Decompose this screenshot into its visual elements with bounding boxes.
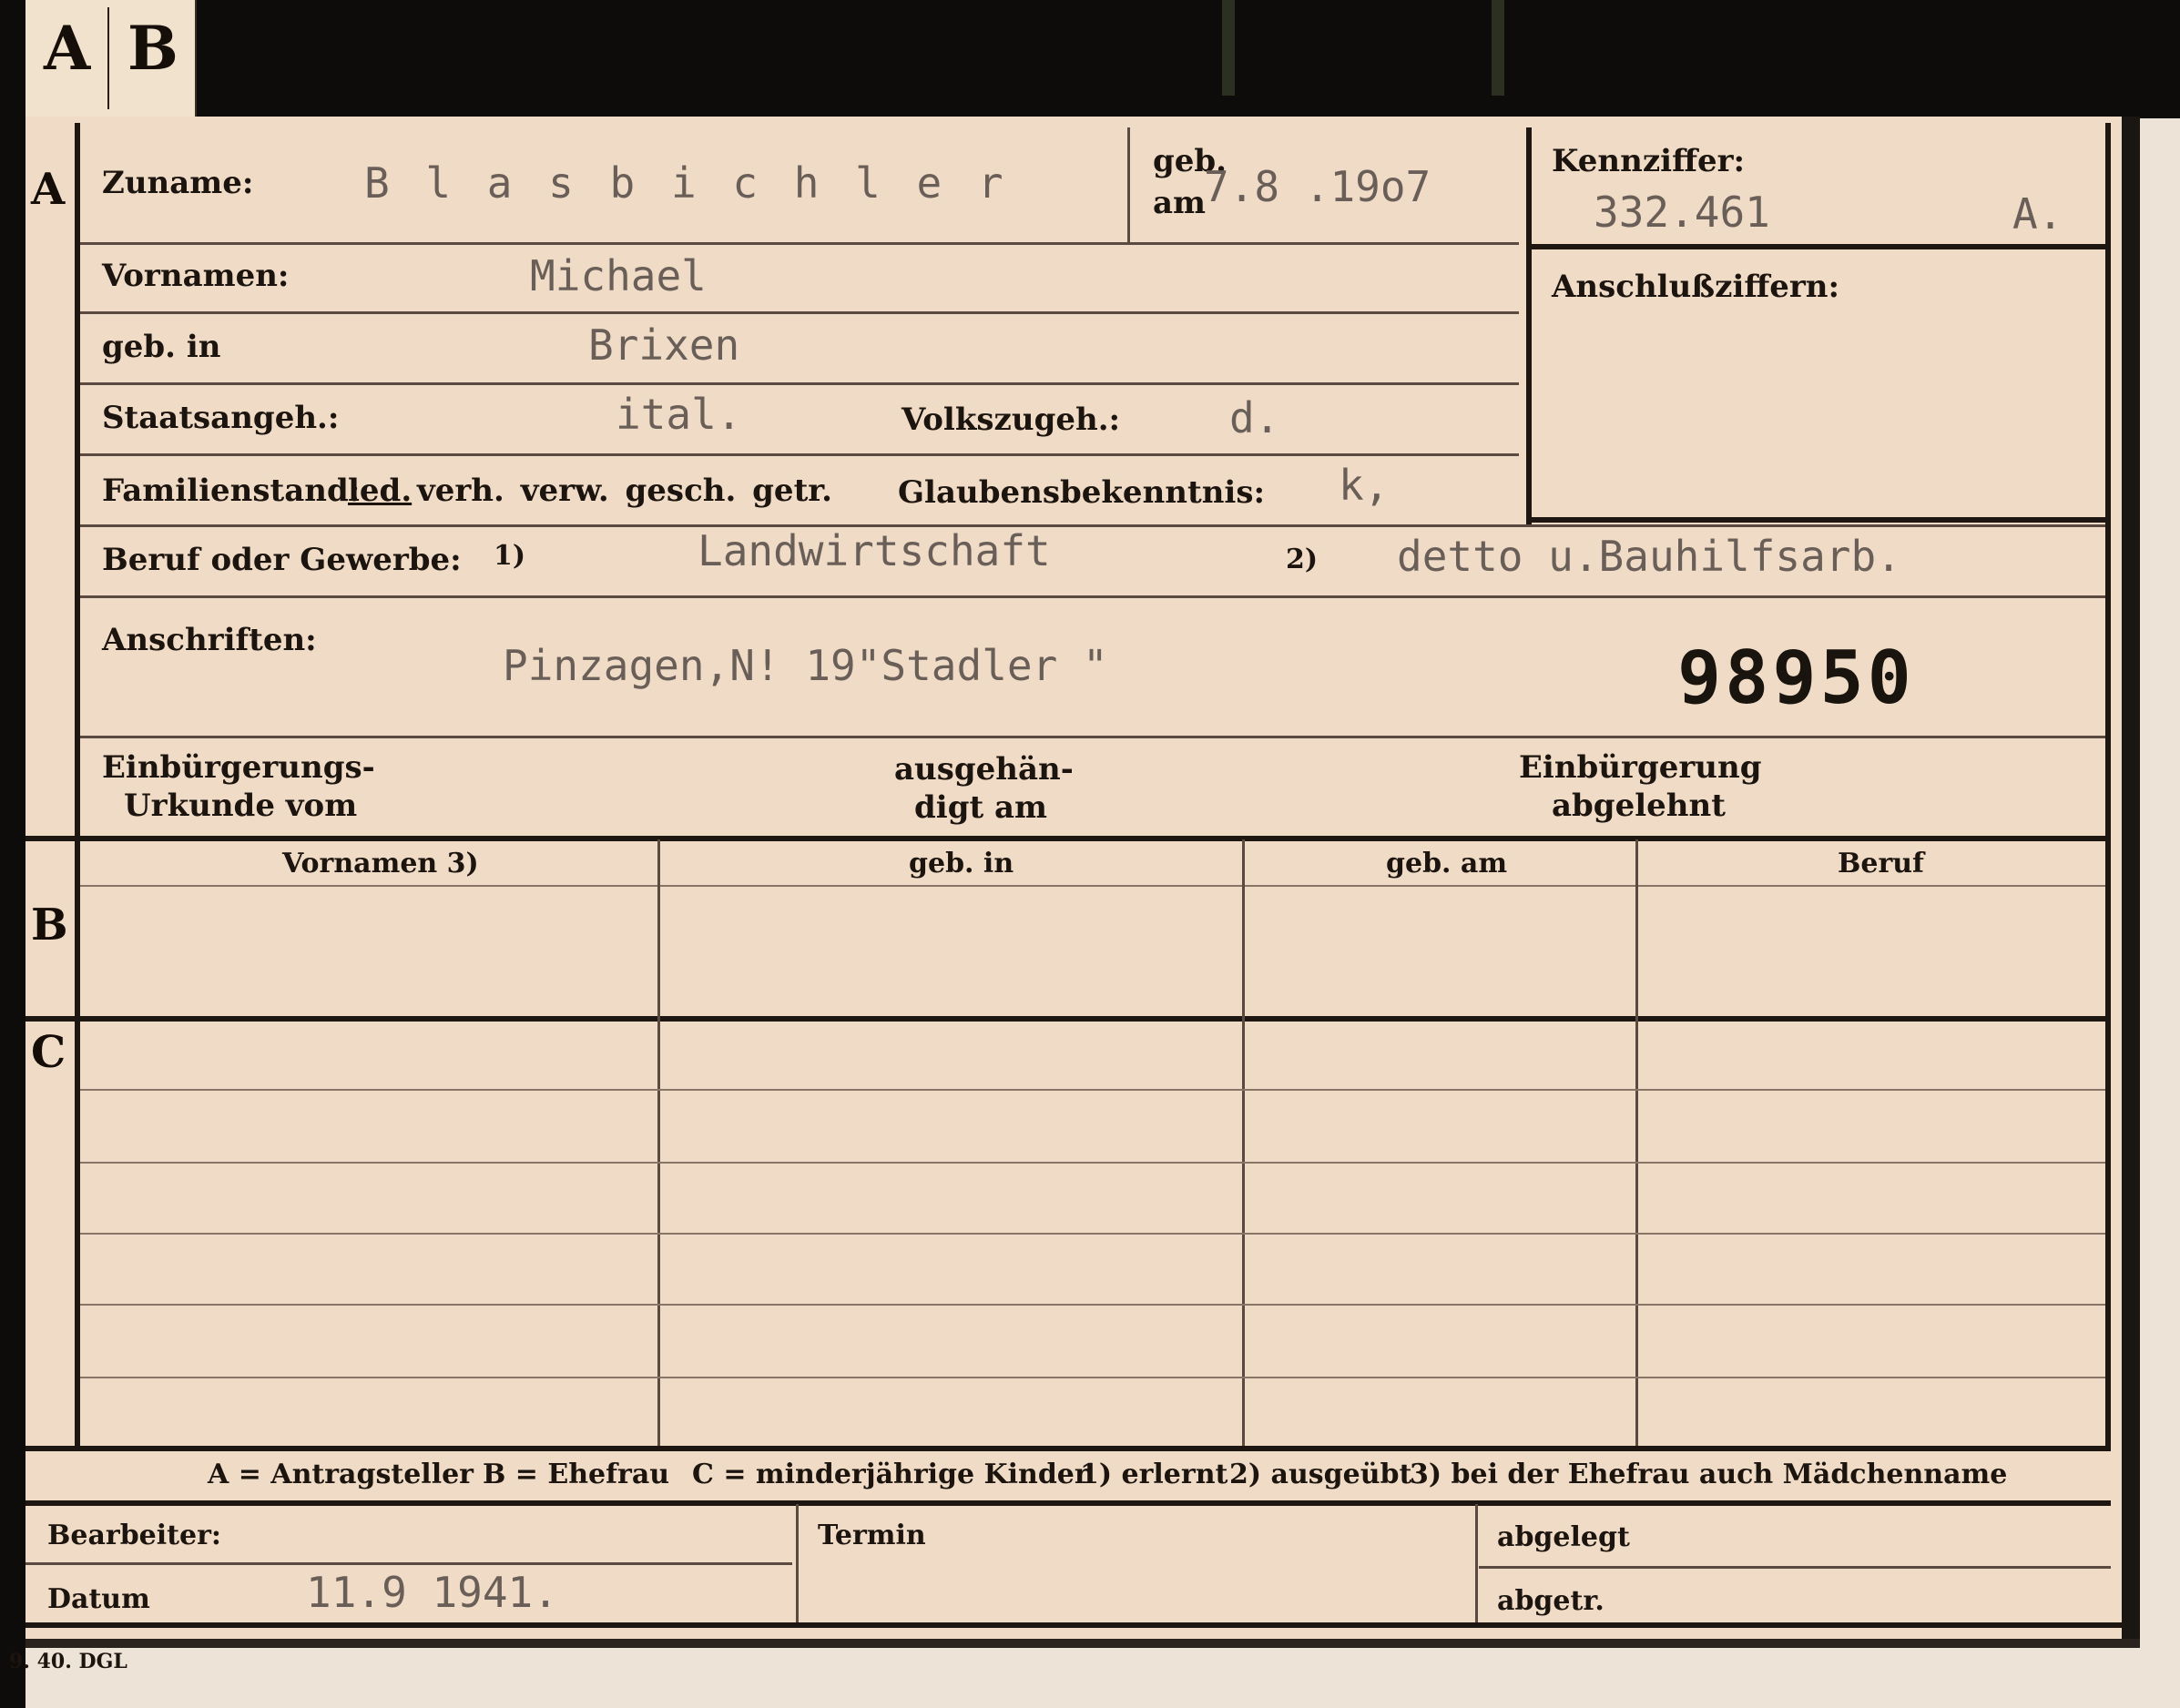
section-c-row-line — [80, 1304, 2105, 1306]
anschriften-label: Anschriften: — [102, 622, 317, 658]
familien-label: Familienstand: — [102, 473, 361, 509]
clip-stripe — [1222, 0, 1235, 96]
glaube-value: k, — [1339, 461, 1390, 510]
vornamen-label: Vornamen: — [102, 258, 290, 294]
gebin-label: geb. in — [102, 329, 221, 365]
footer-top — [25, 1500, 2111, 1506]
geb-am-value: 7.8 .19o7 — [1204, 162, 1431, 211]
column-divider — [657, 839, 660, 1446]
row-line — [80, 242, 1519, 245]
section-letter-c: C — [31, 1027, 66, 1078]
einb-label-1: Einbürgerungs- — [102, 749, 375, 786]
section-c-row-line — [80, 1377, 2105, 1378]
kennziffer-label: Kennziffer: — [1552, 143, 1746, 179]
legend-note-2: 2) ausgeübt — [1229, 1459, 1412, 1490]
footer-line — [1479, 1566, 2111, 1569]
section-b-top — [25, 836, 2111, 841]
termin-label: Termin — [818, 1520, 926, 1551]
geb-divider — [1127, 127, 1130, 242]
volk-value: d. — [1229, 393, 1280, 442]
abgel-label-1: Einbürgerung — [1519, 749, 1762, 786]
datum-value: 11.9 1941. — [306, 1568, 558, 1617]
abgelegt-label: abgelegt — [1497, 1521, 1630, 1553]
beruf-value-2: detto u.Bauhilfsarb. — [1397, 532, 1901, 581]
row-line — [80, 595, 2105, 598]
card-shadow-bottom — [25, 1639, 2140, 1648]
scan-background-top — [0, 0, 2180, 118]
row-line — [80, 453, 1519, 456]
zuname-label: Zuname: — [102, 165, 254, 201]
column-divider — [1242, 839, 1245, 1446]
right-border — [2105, 123, 2111, 1446]
kennziffer-box-mid — [1526, 244, 2111, 249]
section-b-bottom — [25, 1016, 2111, 1022]
datum-label: Datum — [47, 1583, 150, 1615]
vornamen-value: Michael — [530, 251, 707, 300]
b-header-vornamen: Vornamen 3) — [282, 848, 479, 879]
ausgeh-label-2: digt am — [914, 789, 1048, 826]
stamp-number: 98950 — [1677, 635, 1915, 720]
bearbeiter-label: Bearbeiter: — [47, 1520, 221, 1551]
card-shadow-right — [2122, 117, 2140, 1646]
b-header-beruf: Beruf — [1838, 848, 1924, 879]
familien-selected: led. — [348, 473, 413, 509]
section-c-row-line — [80, 1089, 2105, 1091]
footer-divider — [796, 1504, 799, 1624]
clip-stripe — [1492, 0, 1504, 96]
section-c-row-line — [80, 1233, 2105, 1235]
section-c-bottom — [25, 1446, 2111, 1451]
glaube-label: Glaubensbekenntnis: — [898, 474, 1266, 511]
printer-mark: 9. 40. DGL — [9, 1650, 127, 1673]
legend-c: C = minderjährige Kinder — [692, 1459, 1089, 1490]
beruf-value-1: Landwirtschaft — [698, 526, 1051, 575]
section-b-header-line — [80, 885, 2105, 887]
legend-a: A = Antragsteller — [208, 1459, 474, 1490]
legend-note-1: 1) erlernt — [1080, 1459, 1228, 1490]
einb-label-2: Urkunde vom — [124, 788, 358, 824]
familien-options: verh. verw. gesch. getr. — [417, 473, 832, 509]
footer-line — [25, 1562, 792, 1565]
section-c-row-line — [80, 1162, 2105, 1164]
beruf-note-1: 1) — [494, 540, 526, 572]
anschriften-value: Pinzagen,N! 19"Stadler " — [503, 641, 1108, 690]
kennziffer-suffix: A. — [2012, 189, 2063, 239]
tab-letter-a: A — [44, 13, 91, 84]
staat-label: Staatsangeh.: — [102, 400, 340, 436]
anschluss-label: Anschlußziffern: — [1552, 269, 1840, 305]
footer-divider — [1475, 1504, 1478, 1624]
volk-label: Volkszugeh.: — [902, 402, 1121, 438]
row-line — [80, 382, 1519, 385]
row-line — [80, 311, 1519, 314]
beruf-label: Beruf oder Gewerbe: — [102, 542, 462, 578]
tab-divider — [107, 7, 109, 109]
column-divider — [1635, 839, 1638, 1446]
section-letter-b: B — [31, 900, 68, 951]
legend-note-3: 3) bei der Ehefrau auch Mädchenname — [1410, 1459, 2008, 1490]
row-line — [80, 736, 2105, 738]
kennziffer-box-bottom — [1526, 517, 2111, 523]
geb-label-2: am — [1153, 185, 1207, 221]
gutter-line — [75, 123, 80, 1446]
b-header-gebam: geb. am — [1386, 848, 1508, 879]
gebin-value: Brixen — [588, 320, 740, 370]
kennziffer-box-left — [1526, 127, 1532, 524]
staat-value: ital. — [616, 390, 742, 439]
row-line — [80, 524, 2105, 527]
beruf-note-2: 2) — [1286, 544, 1319, 575]
b-header-gebin: geb. in — [909, 848, 1014, 879]
legend-b: B = Ehefrau — [483, 1459, 670, 1490]
scan-background-left — [0, 0, 25, 1708]
kennziffer-value: 332.461 — [1594, 188, 1770, 237]
tab-letter-b: B — [127, 13, 178, 84]
abgetr-label: abgetr. — [1497, 1585, 1604, 1617]
zuname-value: B l a s b i c h l e r — [364, 158, 1009, 208]
section-letter-a: A — [31, 164, 66, 215]
abgel-label-2: abgelehnt — [1552, 788, 1726, 824]
ausgeh-label-1: ausgehän- — [894, 751, 1074, 788]
footer-bottom — [25, 1622, 2122, 1628]
